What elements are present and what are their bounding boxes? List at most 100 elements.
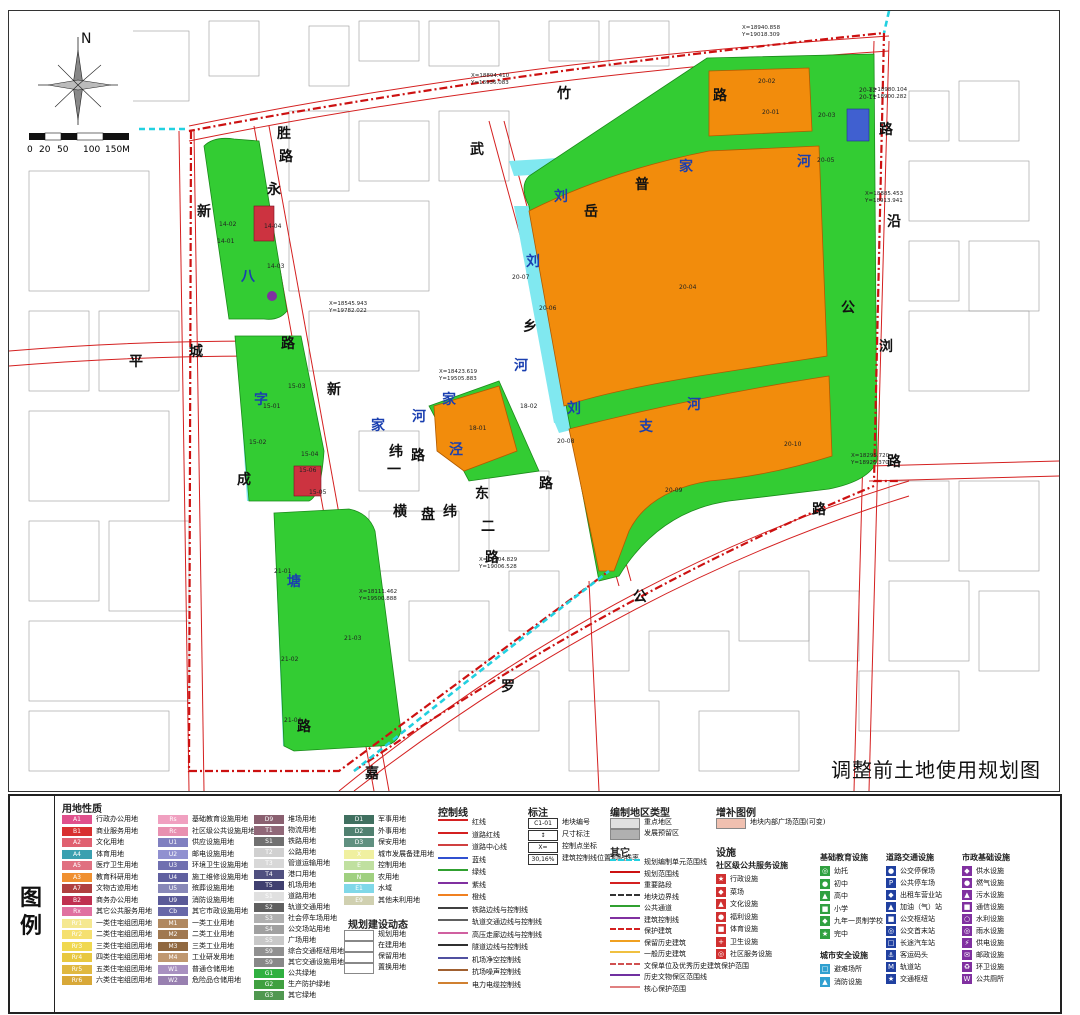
coord-x: X=18894.410 <box>471 73 510 79</box>
parcel-id: 20-01 <box>762 109 780 116</box>
legend-label: 道路红线 <box>472 830 500 839</box>
legend-label: 堆场用地 <box>288 815 316 823</box>
legend-label: 供应设施用地 <box>192 838 234 846</box>
traffic-heading: 道路交通设施 <box>886 853 934 862</box>
legend-label: 轨道交通边线与控制线 <box>472 918 542 926</box>
road-label: 路 <box>713 88 727 104</box>
facility-symbol-icon: ◎ <box>962 926 972 936</box>
facility-symbol-icon: ● <box>820 878 830 889</box>
legend-color-swatch: S5 <box>254 936 284 945</box>
legend-color-swatch: U5 <box>158 884 188 893</box>
legend-color-swatch: M1 <box>158 918 188 928</box>
coord-y: Y=19018.309 <box>742 32 780 38</box>
compass-north-label: N <box>81 31 91 47</box>
legend-label: 五类住宅组团用地 <box>96 964 152 973</box>
facility-symbol-icon: ▲ <box>886 902 896 912</box>
map-canvas <box>9 11 1059 791</box>
legend-label: 高压走廊边线与控制线 <box>472 930 542 939</box>
road-label: 纬 <box>443 504 457 520</box>
legend-label: 保留历史建筑 <box>644 938 686 947</box>
road-label: 永 <box>267 182 281 198</box>
road-label: 家 <box>679 159 693 175</box>
coord-y: Y=18936.083 <box>471 80 509 86</box>
legend-label: 规划范围线 <box>644 869 679 878</box>
legend-color-swatch: T2 <box>254 848 284 857</box>
facility-symbol-icon: ◆ <box>716 886 726 897</box>
legend-mark-sample: ↕ <box>528 830 558 841</box>
zone-type-heading: 编制地区类型 <box>610 808 670 819</box>
dev-heading: 规划建设动态 <box>348 920 408 931</box>
parcel-id: 14-02 <box>219 221 237 228</box>
legend-label: 生产防护绿地 <box>288 980 330 988</box>
facility-symbol-icon: □ <box>886 938 896 948</box>
legend-color-swatch <box>716 818 746 829</box>
road-label: 路 <box>411 448 425 464</box>
facility-symbol-icon: ● <box>886 866 896 876</box>
road-red-lines <box>9 35 1059 791</box>
legend-color-swatch: D1 <box>344 815 374 824</box>
facility-label: 九年一贯制学校 <box>834 917 883 925</box>
legend-mark-sample: C1-01 <box>528 818 558 829</box>
facility-label: 交通枢纽 <box>900 975 928 983</box>
parcel-id: 15-04 <box>301 451 319 458</box>
legend-label: 机场用地 <box>288 881 316 889</box>
legend-mark-sample: X= <box>528 842 558 853</box>
legend-label: 尺寸标注 <box>562 830 590 838</box>
legend-label: 地块编号 <box>562 818 590 826</box>
legend-label: 体育用地 <box>96 849 124 858</box>
legend-label: 环境卫生设施用地 <box>192 861 248 869</box>
facility-symbol-icon: ⚡ <box>962 938 972 948</box>
legend-label: 电力电缆控制线 <box>472 980 521 989</box>
facility-symbol-icon: ◆ <box>886 890 896 900</box>
legend-color-swatch: S2 <box>254 903 284 912</box>
facility-symbol-icon: W <box>962 974 972 984</box>
legend-label: 铁路用地 <box>288 837 316 845</box>
facility-symbol-icon: ▲ <box>820 976 830 987</box>
legend-label: 外事用地 <box>378 826 406 835</box>
north-arrow-compass: N 0 20 50 100 150M <box>23 25 133 160</box>
legend-line-sample <box>610 905 640 914</box>
legend-line-sample <box>610 859 640 868</box>
legend-color-swatch: S1 <box>254 892 284 901</box>
scale-label-150m: 150M <box>105 145 130 155</box>
legend-label: 隧道边线与控制线 <box>472 943 528 951</box>
parcel-id: 14-03 <box>267 263 285 270</box>
facility-symbol-icon: ⚓ <box>886 950 896 960</box>
road-label: 一 <box>387 462 401 478</box>
legend-label: 普通仓储用地 <box>192 964 234 973</box>
parcel-id: 20-07 <box>512 274 530 281</box>
road-label: 八 <box>241 269 255 285</box>
facility-symbol-icon: ▲ <box>820 891 830 901</box>
legend-line-sample <box>438 956 468 966</box>
legend-line-sample <box>438 894 468 903</box>
legend-label: 置换用地 <box>378 963 406 971</box>
road-label: 新 <box>197 204 211 220</box>
road-label: 平 <box>129 354 143 370</box>
legend-color-swatch <box>344 952 374 963</box>
coord-x: X=18295.720 <box>851 453 890 459</box>
land-use-map[interactable]: N 0 20 50 100 150M 竹路胜路永八路新城平字成塘路新纬一路横盘纬… <box>8 10 1060 792</box>
education-heading: 基础教育设施 <box>820 853 868 862</box>
mark-heading: 标注 <box>528 808 548 819</box>
facility-label: 客运码头 <box>900 951 928 959</box>
legend-color-swatch: S9 <box>254 947 284 956</box>
legend-label: 文物古迹用地 <box>96 884 138 892</box>
coord-y: Y=19505.883 <box>439 376 477 382</box>
coord-x: X=18980.104 <box>869 87 908 93</box>
legend-color-swatch: E9 <box>344 895 374 905</box>
legend-color-swatch: U3 <box>158 861 188 870</box>
legend-label: 地块边界线 <box>644 892 679 901</box>
parcel-id: 20-09 <box>665 487 683 494</box>
parcel-id: 20-04 <box>679 284 697 291</box>
community-heading: 社区级公共服务设施 <box>716 861 788 870</box>
legend-line-sample <box>610 916 640 926</box>
legend-color-swatch: Rr2 <box>62 930 92 939</box>
parcel-id: 20-03 <box>818 112 836 119</box>
coord-y: Y=19006.528 <box>479 564 517 570</box>
road-label: 成 <box>237 472 251 488</box>
legend-color-swatch: B2 <box>62 895 92 905</box>
parcel-id: 18-02 <box>520 403 538 410</box>
road-label: 东 <box>475 486 489 502</box>
parcel-id: 20-05 <box>817 157 835 164</box>
road-label: 纬 <box>389 444 403 460</box>
